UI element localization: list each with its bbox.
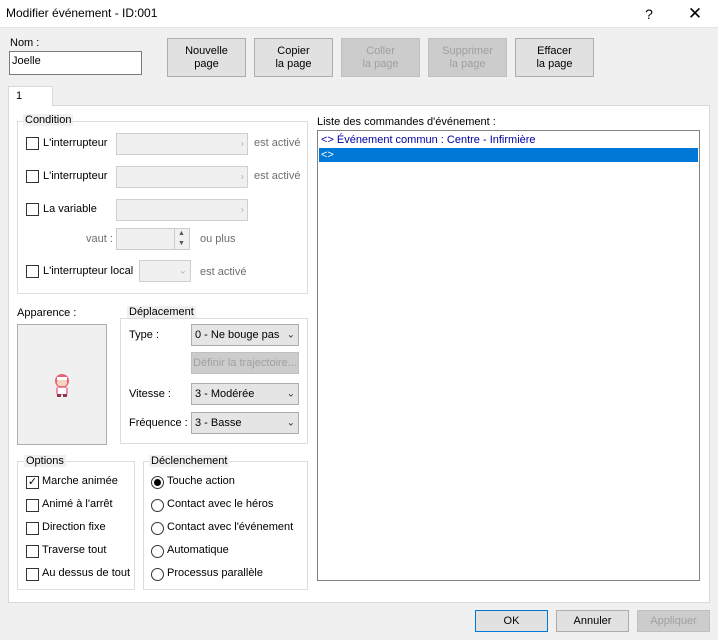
paste-page-button[interactable]: Coller la page <box>341 38 420 77</box>
ok-button[interactable]: OK <box>475 610 548 632</box>
variable-select[interactable]: › <box>116 199 248 221</box>
trigger-radio[interactable] <box>151 568 164 581</box>
appearance-label: Apparence : <box>17 307 77 319</box>
option-checkbox[interactable]: ✓ <box>26 476 39 489</box>
trigger-label: Automatique <box>167 544 229 556</box>
movement-type-select[interactable]: 0 - Ne bouge pas ⌄ <box>191 324 299 346</box>
chevron-down-icon: ⌄ <box>286 417 295 429</box>
frequency-label: Fréquence : <box>129 417 188 429</box>
name-input[interactable]: Joelle <box>9 51 142 75</box>
trigger-radio[interactable] <box>151 499 164 512</box>
frequency-select[interactable]: 3 - Basse ⌄ <box>191 412 299 434</box>
radio-dot-icon <box>154 479 161 486</box>
command-list[interactable]: <> Événement commun : Centre - Infirmière… <box>317 130 700 581</box>
options-title: Options <box>24 455 66 467</box>
option-label: Au dessus de tout <box>42 567 131 579</box>
option-checkbox[interactable] <box>26 545 39 558</box>
value-spinner[interactable]: ▲ ▼ <box>116 228 190 250</box>
option-label: Traverse tout <box>42 544 107 556</box>
clear-page-button[interactable]: Effacer la page <box>515 38 594 77</box>
option-label: Direction fixe <box>42 521 106 533</box>
commands-title: Liste des commandes d'événement : <box>317 116 496 128</box>
option-label: Animé à l'arrêt <box>42 498 113 510</box>
variable-checkbox[interactable] <box>26 203 39 216</box>
value-label: vaut : <box>86 233 113 245</box>
trigger-radio[interactable] <box>151 522 164 535</box>
switch2-select[interactable]: › <box>116 166 248 188</box>
condition-title: Condition <box>23 114 74 126</box>
trigger-label: Contact avec l'événement <box>167 521 294 533</box>
close-button[interactable]: ✕ <box>672 0 718 28</box>
chevron-down-icon: ⌄ <box>286 388 295 400</box>
command-prefix: <> <box>321 149 334 161</box>
chevron-down-icon: ⌄ <box>178 265 187 277</box>
checkmark-icon: ✓ <box>27 476 38 488</box>
trigger-radio[interactable] <box>151 545 164 558</box>
local-switch-label: L'interrupteur local <box>43 265 134 277</box>
switch2-suffix: est activé <box>254 170 301 182</box>
frequency-value: 3 - Basse <box>195 417 242 429</box>
chevron-right-icon: › <box>240 204 244 216</box>
trigger-label: Processus parallèle <box>167 567 263 579</box>
help-button[interactable]: ? <box>626 0 672 28</box>
trigger-label: Contact avec le héros <box>167 498 274 510</box>
variable-label: La variable <box>43 203 97 215</box>
command-prefix: <> <box>321 134 334 146</box>
movement-type-value: 0 - Ne bouge pas <box>195 329 280 341</box>
command-row[interactable]: <> Événement commun : Centre - Infirmière <box>319 133 698 147</box>
apply-button[interactable]: Appliquer <box>637 610 710 632</box>
local-switch-select[interactable]: ⌄ <box>139 260 191 282</box>
chevron-down-icon: ⌄ <box>286 329 295 341</box>
route-button[interactable]: Définir la trajectoire... <box>191 352 299 374</box>
value-suffix: ou plus <box>200 233 236 245</box>
cancel-button[interactable]: Annuler <box>556 610 629 632</box>
option-checkbox[interactable] <box>26 522 39 535</box>
trigger-label: Touche action <box>167 475 235 487</box>
switch1-select[interactable]: › <box>116 133 248 155</box>
switch1-suffix: est activé <box>254 137 301 149</box>
tab-page-1[interactable]: 1 <box>8 86 53 106</box>
switch2-checkbox[interactable] <box>26 170 39 183</box>
movement-type-label: Type : <box>129 329 159 341</box>
speed-select[interactable]: 3 - Modérée ⌄ <box>191 383 299 405</box>
name-label: Nom : <box>10 37 40 49</box>
movement-title: Déplacement <box>127 306 196 318</box>
switch2-label: L'interrupteur <box>43 170 108 182</box>
appearance-preview[interactable] <box>17 324 107 445</box>
option-checkbox[interactable] <box>26 568 39 581</box>
command-row[interactable]: <> <box>319 148 698 162</box>
new-page-button[interactable]: Nouvelle page <box>167 38 246 77</box>
copy-page-button[interactable]: Copier la page <box>254 38 333 77</box>
switch1-label: L'interrupteur <box>43 137 108 149</box>
speed-value: 3 - Modérée <box>195 388 255 400</box>
trigger-radio[interactable] <box>151 476 164 489</box>
character-sprite-icon <box>55 374 69 397</box>
command-text: Événement commun : Centre - Infirmière <box>336 134 536 146</box>
switch1-checkbox[interactable] <box>26 137 39 150</box>
option-label: Marche animée <box>42 475 118 487</box>
local-switch-checkbox[interactable] <box>26 265 39 278</box>
chevron-right-icon: › <box>240 171 244 183</box>
window-title: Modifier événement - ID:001 <box>6 6 158 20</box>
chevron-right-icon: › <box>240 138 244 150</box>
option-checkbox[interactable] <box>26 499 39 512</box>
delete-page-button[interactable]: Supprimer la page <box>428 38 507 77</box>
spinner-arrows-icon[interactable]: ▲ ▼ <box>174 229 188 249</box>
local-switch-suffix: est activé <box>200 266 247 278</box>
speed-label: Vitesse : <box>129 388 171 400</box>
trigger-title: Déclenchement <box>149 455 230 467</box>
